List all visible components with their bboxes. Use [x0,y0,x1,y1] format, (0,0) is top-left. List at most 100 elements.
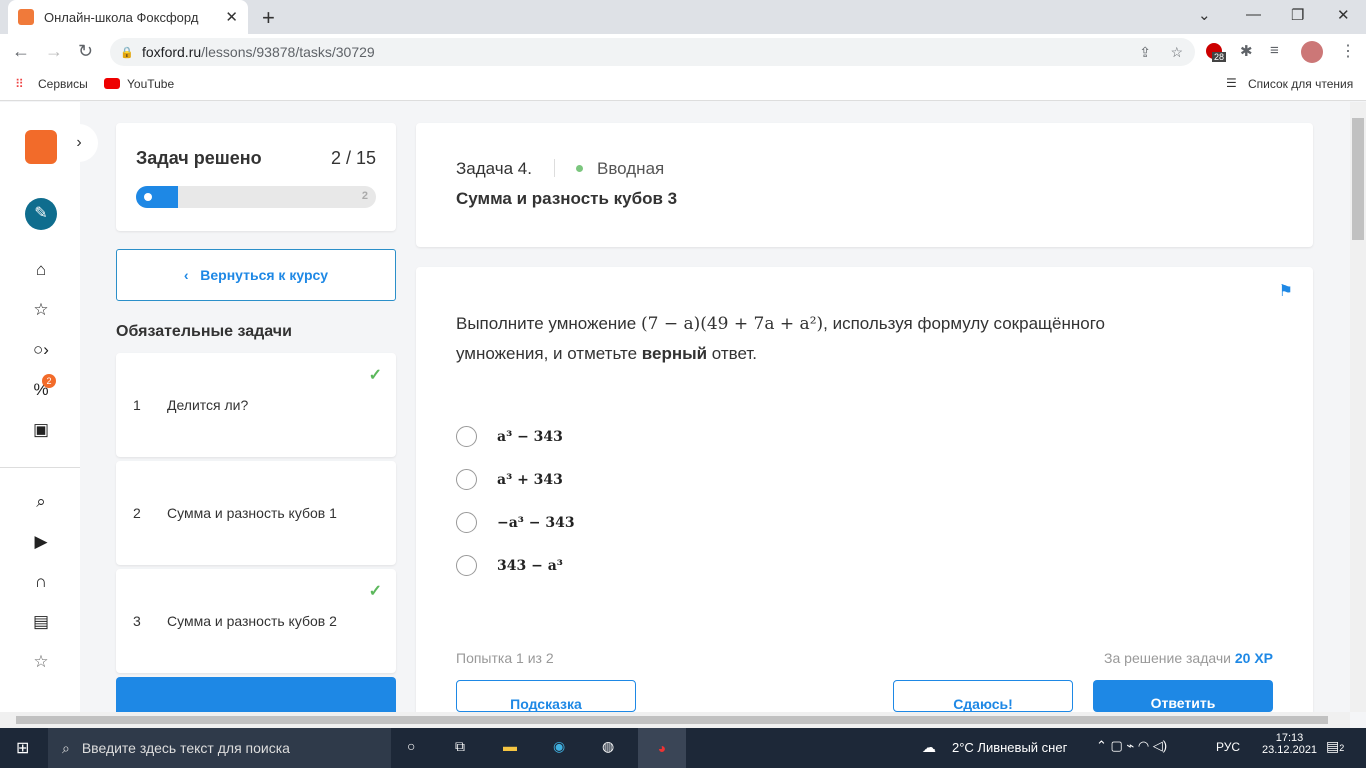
scroll-thumb[interactable] [1352,118,1364,240]
windows-start-icon[interactable]: ⊞ [16,738,29,758]
bookmark-star-icon[interactable]: ☆ [1170,44,1183,61]
back-icon[interactable]: ← [12,41,30,62]
weather-text[interactable]: 2°C Ливневый снег [952,740,1067,755]
menu-icon[interactable]: ⋮ [1340,41,1356,61]
reading-list-button[interactable]: Список для чтения [1248,77,1353,91]
cortana-icon[interactable]: ○ [407,738,415,754]
apps-icon: ⠿ [15,77,24,91]
give-up-button[interactable]: Сдаюсь! [893,680,1073,712]
foxford-logo[interactable] [25,130,57,164]
task-header-card: Задача 4. Вводная Сумма и разность кубов… [416,123,1313,247]
foxford-favicon [18,9,34,25]
expand-nav-icon[interactable]: › [60,124,98,162]
search-icon[interactable]: ⌕ [30,492,52,512]
answer-option[interactable]: a³ − 343 [456,426,563,447]
chrome-icon[interactable]: ◕ [638,728,686,768]
extension-badge: 28 [1212,52,1227,62]
presentation-icon[interactable]: ▤ [30,612,52,632]
progress-marker: 2 [361,190,368,202]
language-indicator[interactable]: РУС [1216,740,1240,754]
headphones-icon[interactable]: ∩ [30,572,52,592]
bookmarks-bar: ⠿ Сервисы YouTube ☰ Список для чтения [0,68,1366,101]
tab-search-icon[interactable]: ⌄ [1198,6,1211,24]
level-dot [576,165,583,172]
task-item[interactable]: 1 Делится ли? ✓ [116,353,396,457]
infinity-icon[interactable]: ○› [30,340,52,360]
answer-button[interactable]: Ответить [1093,680,1273,712]
task-title-heading: Сумма и разность кубов 3 [456,189,678,208]
youtube-icon [104,78,120,89]
extension-icon[interactable]: 28 [1206,43,1227,62]
question-formula: (7 − a)(49 + 7a + a²) [640,314,824,334]
vertical-scrollbar[interactable] [1350,102,1366,712]
progress-title: Задач решено [136,148,262,168]
flag-icon[interactable]: ⚑ [1279,281,1293,301]
progress-count: 2 / 15 [330,148,376,168]
discount-icon[interactable]: % 2 [30,374,56,400]
progress-bar: 2 [136,186,376,208]
user-avatar[interactable]: ✎ [25,198,57,230]
task-label: Задача 4. [456,159,532,178]
reward-info: За решение задачи 20 XP [1104,650,1273,666]
taskbar-search[interactable]: ⌕ Введите здесь текст для поиска [48,728,391,768]
forward-icon[interactable]: → [45,41,63,62]
task-view-icon[interactable]: ⧉ [455,738,465,755]
back-to-course-label: Вернуться к курсу [200,267,329,283]
task-item[interactable]: 3 Сумма и разность кубов 2 ✓ [116,569,396,673]
minimize-button[interactable]: — [1246,6,1261,23]
header-divider [554,159,555,177]
discount-badge: 2 [42,374,56,388]
home-icon[interactable]: ⌂ [30,260,52,280]
answer-option[interactable]: a³ + 343 [456,469,563,490]
current-task-item[interactable] [116,677,396,712]
tray-icons[interactable]: ⌃ ▢ ⌁ ◠ ◁) [1096,738,1167,754]
taskbar: ⊞ ⌕ Введите здесь текст для поиска ○ ⧉ ▬ … [0,728,1366,768]
task-item[interactable]: 2 Сумма и разность кубов 1 [116,461,396,565]
address-bar[interactable]: 🔒 foxford.ru/lessons/93878/tasks/30729 ⇪ ☆ [110,38,1195,66]
reward-value: 20 XP [1234,650,1273,666]
tab-title: Онлайн-школа Фоксфорд [44,9,199,25]
favorites-icon[interactable]: ☆ [30,652,52,672]
radio-button[interactable] [456,512,477,533]
left-nav: › ✎ ⌂ ☆ ○› % 2 ▣ ⌕ ▶ ∩ ▤ ☆ [0,102,98,712]
reload-icon[interactable]: ↻ [78,41,93,62]
scroll-thumb[interactable] [16,716,1328,724]
task-number: 2 [133,505,141,521]
radio-button[interactable] [456,469,477,490]
horizontal-scrollbar[interactable] [0,712,1350,728]
hint-button[interactable]: Подсказка [456,680,636,712]
progress-card: Задач решено 2 / 15 2 [116,123,396,231]
task-number: 1 [133,397,141,413]
back-to-course-button[interactable]: ‹ Вернуться к курсу [116,249,396,301]
profile-avatar[interactable] [1301,41,1323,63]
radio-button[interactable] [456,426,477,447]
bookmark-services[interactable]: Сервисы [38,77,88,91]
steam-icon[interactable]: ◍ [602,738,614,755]
bookmark-youtube[interactable]: YouTube [127,77,174,91]
share-icon[interactable]: ⇪ [1139,44,1151,61]
browser-tab[interactable]: Онлайн-школа Фоксфорд ✕ [8,0,248,34]
notification-icon[interactable]: ▤2 [1326,738,1344,755]
option-label: a³ − 343 [497,428,563,445]
maximize-button[interactable]: ❐ [1291,6,1304,24]
reading-list-icon: ☰ [1226,76,1237,90]
close-window-button[interactable]: ✕ [1337,6,1350,24]
extensions-icon[interactable]: ✱ [1240,42,1253,60]
edge-icon[interactable]: ◉ [553,738,565,755]
file-explorer-icon[interactable]: ▬ [503,738,517,754]
option-label: −a³ − 343 [497,514,575,531]
media-icon[interactable]: ≡ [1270,42,1279,59]
clock[interactable]: 17:13 23.12.2021 [1262,732,1317,756]
close-tab-icon[interactable]: ✕ [225,8,238,26]
answer-option[interactable]: 343 − a³ [456,555,563,576]
star-icon[interactable]: ☆ [30,300,52,320]
task-title: Делится ли? [167,397,249,413]
url-path: /lessons/93878/tasks/30729 [201,44,375,60]
new-tab-button[interactable]: + [262,5,275,31]
video-icon[interactable]: ▶ [30,532,52,552]
task-title: Сумма и разность кубов 2 [167,613,337,629]
gift-icon[interactable]: ▣ [30,420,52,440]
answer-option[interactable]: −a³ − 343 [456,512,575,533]
radio-button[interactable] [456,555,477,576]
url-host: foxford.ru [142,44,202,60]
